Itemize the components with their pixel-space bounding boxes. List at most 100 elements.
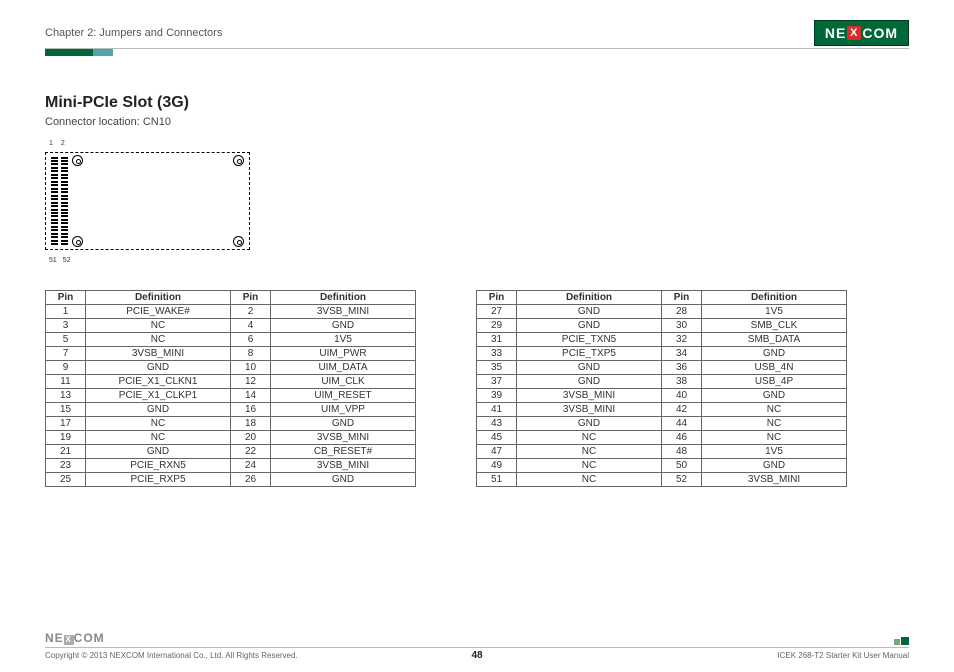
table-row: 9GND10UIM_DATA <box>46 361 416 375</box>
def-cell: GND <box>271 319 416 333</box>
pin-cell: 42 <box>662 403 702 417</box>
pin-cell: 9 <box>46 361 86 375</box>
pinout-table-left: Pin Definition Pin Definition 1PCIE_WAKE… <box>45 290 416 487</box>
def-cell: PCIE_RXN5 <box>86 459 231 473</box>
pin-cell: 29 <box>477 319 517 333</box>
pin-cell: 7 <box>46 347 86 361</box>
pin-cell: 41 <box>477 403 517 417</box>
pin-cell: 49 <box>477 459 517 473</box>
logo-x-icon: X <box>847 26 861 40</box>
pin-cell: 43 <box>477 417 517 431</box>
pin-cell: 48 <box>662 445 702 459</box>
pin-cell: 11 <box>46 375 86 389</box>
pin-cell: 18 <box>231 417 271 431</box>
table-row: 33PCIE_TXP534GND <box>477 347 847 361</box>
th-pin: Pin <box>477 291 517 305</box>
pinout-tables: Pin Definition Pin Definition 1PCIE_WAKE… <box>45 290 909 487</box>
def-cell: UIM_PWR <box>271 347 416 361</box>
table-row: 43GND44NC <box>477 417 847 431</box>
def-cell: 3VSB_MINI <box>86 347 231 361</box>
table-row: 21GND22CB_RESET# <box>46 445 416 459</box>
def-cell: GND <box>271 473 416 487</box>
def-cell: NC <box>517 431 662 445</box>
pin-label-1: 1 <box>49 140 53 147</box>
pin-cell: 47 <box>477 445 517 459</box>
table-row: 413VSB_MINI42NC <box>477 403 847 417</box>
pin-cell: 28 <box>662 305 702 319</box>
pin-cell: 37 <box>477 375 517 389</box>
pin-cell: 8 <box>231 347 271 361</box>
def-cell: 3VSB_MINI <box>271 305 416 319</box>
pin-cell: 24 <box>231 459 271 473</box>
pin-cell: 30 <box>662 319 702 333</box>
footer-bottom-row: Copyright © 2013 NEXCOM International Co… <box>45 651 909 660</box>
pin-cell: 44 <box>662 417 702 431</box>
def-cell: GND <box>517 375 662 389</box>
def-cell: NC <box>86 417 231 431</box>
pin-cell: 15 <box>46 403 86 417</box>
def-cell: PCIE_X1_CLKP1 <box>86 389 231 403</box>
pin-column-left <box>51 156 58 246</box>
pin-cell: 1 <box>46 305 86 319</box>
footer-top-row: NEXCOM <box>45 631 909 648</box>
th-def: Definition <box>517 291 662 305</box>
def-cell: 3VSB_MINI <box>271 459 416 473</box>
pin-cell: 34 <box>662 347 702 361</box>
pin-cell: 46 <box>662 431 702 445</box>
def-cell: GND <box>702 347 847 361</box>
table-row: 45NC46NC <box>477 431 847 445</box>
def-cell: PCIE_RXP5 <box>86 473 231 487</box>
def-cell: UIM_CLK <box>271 375 416 389</box>
table-row: 1PCIE_WAKE#23VSB_MINI <box>46 305 416 319</box>
def-cell: PCIE_TXP5 <box>517 347 662 361</box>
def-cell: 1V5 <box>702 445 847 459</box>
def-cell: GND <box>702 389 847 403</box>
pin-cell: 36 <box>662 361 702 375</box>
def-cell: UIM_DATA <box>271 361 416 375</box>
section-title: Mini-PCIe Slot (3G) <box>45 94 909 112</box>
def-cell: NC <box>517 459 662 473</box>
pin-cell: 2 <box>231 305 271 319</box>
def-cell: GND <box>86 361 231 375</box>
footer-squares-icon <box>894 637 909 645</box>
def-cell: PCIE_WAKE# <box>86 305 231 319</box>
screw-hole-icon <box>233 236 244 247</box>
pin-label-51: 51 <box>49 257 57 264</box>
def-cell: NC <box>702 417 847 431</box>
brand-logo: NE X COM <box>814 20 909 46</box>
th-def: Definition <box>702 291 847 305</box>
pin-cell: 35 <box>477 361 517 375</box>
footer-logo-right: COM <box>74 631 105 645</box>
table-row: 51NC523VSB_MINI <box>477 473 847 487</box>
th-pin: Pin <box>46 291 86 305</box>
pin-cell: 3 <box>46 319 86 333</box>
connector-diagram: 1 2 51 52 <box>45 142 255 262</box>
th-pin: Pin <box>231 291 271 305</box>
pinout-table-right: Pin Definition Pin Definition 27GND281V5… <box>476 290 847 487</box>
pin-label-2: 2 <box>61 140 65 147</box>
def-cell: USB_4P <box>702 375 847 389</box>
def-cell: NC <box>86 319 231 333</box>
logo-text-left: NE <box>825 25 846 41</box>
def-cell: 3VSB_MINI <box>517 389 662 403</box>
pin-cell: 26 <box>231 473 271 487</box>
def-cell: NC <box>702 431 847 445</box>
pin-cell: 40 <box>662 389 702 403</box>
pin-cell: 17 <box>46 417 86 431</box>
def-cell: GND <box>517 319 662 333</box>
screw-hole-icon <box>72 236 83 247</box>
header-accent <box>45 49 909 56</box>
table-row: 393VSB_MINI40GND <box>477 389 847 403</box>
pin-column-right <box>61 156 68 246</box>
pin-labels-top: 1 2 <box>49 140 65 147</box>
def-cell: NC <box>517 473 662 487</box>
pin-cell: 22 <box>231 445 271 459</box>
def-cell: NC <box>517 445 662 459</box>
page: Chapter 2: Jumpers and Connectors NE X C… <box>0 0 954 672</box>
def-cell: PCIE_TXN5 <box>517 333 662 347</box>
pin-labels-bottom: 51 52 <box>49 257 71 264</box>
page-number: 48 <box>471 650 482 661</box>
table-row: 19NC203VSB_MINI <box>46 431 416 445</box>
table-row: 47NC481V5 <box>477 445 847 459</box>
table-row: 5NC61V5 <box>46 333 416 347</box>
